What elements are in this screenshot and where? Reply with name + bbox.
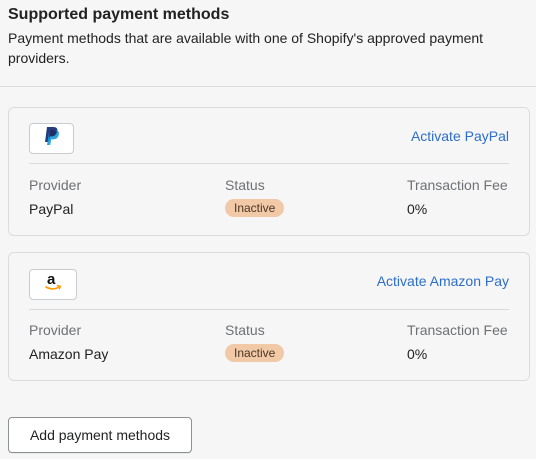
transaction-fee-value: 0%: [407, 201, 428, 217]
fee-column-label: Transaction Fee: [407, 322, 508, 338]
activate-paypal-link[interactable]: Activate PayPal: [411, 127, 509, 145]
provider-name: PayPal: [29, 201, 74, 217]
payment-provider-card-paypal: Activate PayPal Provider Status Transact…: [8, 107, 530, 236]
paypal-logo-icon: [44, 126, 60, 151]
provider-column-label: Provider: [29, 177, 82, 193]
amazon-logo-icon: a: [43, 271, 63, 298]
activate-amazon-pay-link[interactable]: Activate Amazon Pay: [377, 272, 509, 290]
amazon-logo: a: [29, 269, 77, 300]
section-header: Supported payment methods Payment method…: [8, 5, 528, 68]
transaction-fee-value: 0%: [407, 346, 428, 362]
card-divider: [29, 309, 509, 310]
paypal-logo: [29, 123, 74, 154]
status-column-label: Status: [225, 177, 265, 193]
section-divider: [0, 86, 536, 87]
fee-column-label: Transaction Fee: [407, 177, 508, 193]
add-payment-methods-button[interactable]: Add payment methods: [8, 417, 192, 453]
section-description: Payment methods that are available with …: [8, 30, 484, 66]
section-title: Supported payment methods: [8, 6, 230, 23]
payment-provider-card-amazon-pay: a Activate Amazon Pay Provider Status Tr…: [8, 252, 530, 381]
provider-column-label: Provider: [29, 322, 82, 338]
provider-name: Amazon Pay: [29, 346, 109, 362]
svg-text:a: a: [47, 271, 56, 288]
status-column-label: Status: [225, 322, 265, 338]
status-badge: Inactive: [225, 344, 285, 362]
status-badge: Inactive: [225, 199, 285, 217]
card-divider: [29, 163, 509, 164]
